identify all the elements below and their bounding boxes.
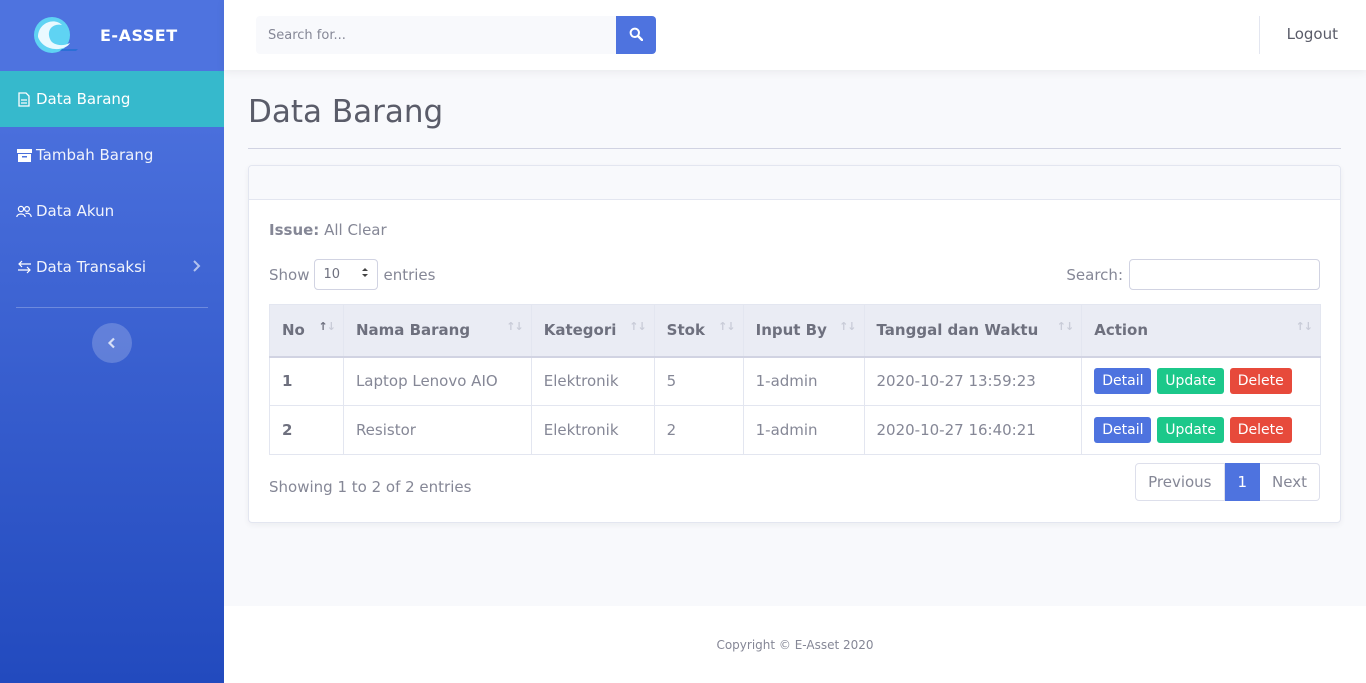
delete-button[interactable]: Delete bbox=[1229, 368, 1292, 395]
cell-actions: Detail Update Delete bbox=[1081, 356, 1321, 406]
topbar: Logout bbox=[224, 0, 1366, 70]
search-icon bbox=[629, 26, 644, 45]
sidebar-item-data-akun[interactable]: Data Akun bbox=[0, 183, 224, 239]
table-search-input[interactable] bbox=[1129, 259, 1320, 290]
entries-select-value: 10 bbox=[323, 267, 341, 282]
sidebar-item-label: Data Akun bbox=[36, 202, 115, 220]
file-icon bbox=[16, 91, 32, 107]
footer: Copyright © E-Asset 2020 bbox=[224, 606, 1366, 683]
cell-kategori: Elektronik bbox=[530, 405, 655, 455]
chevron-right-icon bbox=[192, 259, 204, 275]
data-table: No ↑↓ Nama Barang ↑↓ Kategori ↑↓ Stok ↑↓ Inp… bbox=[269, 304, 1321, 455]
table-row: 2 Resistor Elektronik 2 1-admin 2020-10-… bbox=[269, 405, 1321, 455]
update-button[interactable]: Update bbox=[1157, 368, 1224, 395]
sidebar-item-label: Data Barang bbox=[36, 90, 131, 108]
entries-label: entries bbox=[383, 265, 436, 284]
brand[interactable]: E-ASSET bbox=[0, 0, 224, 70]
table-header-row: No ↑↓ Nama Barang ↑↓ Kategori ↑↓ Stok ↑↓ Inp… bbox=[269, 304, 1321, 358]
sort-icon: ↑↓ bbox=[1056, 320, 1074, 333]
column-header-tanggal[interactable]: Tanggal dan Waktu ↑↓ bbox=[863, 304, 1083, 358]
previous-page-button[interactable]: Previous bbox=[1135, 463, 1225, 501]
column-header-no[interactable]: No ↑↓ bbox=[269, 304, 344, 358]
sort-icon: ↑↓ bbox=[629, 320, 646, 333]
cell-actions: Detail Update Delete bbox=[1081, 405, 1321, 455]
sort-icon: ↑↓ bbox=[1295, 320, 1313, 333]
cell-nama-barang: Resistor bbox=[342, 405, 532, 455]
detail-button[interactable]: Detail bbox=[1094, 417, 1152, 443]
sort-arrows-icon bbox=[361, 267, 369, 282]
wave-logo-icon bbox=[32, 15, 84, 55]
exchange-icon bbox=[16, 259, 32, 275]
sidebar: E-ASSET Data Barang Tambah Barang Data A… bbox=[0, 0, 224, 683]
table-search-label: Search: bbox=[1066, 265, 1123, 284]
table-row: 1 Laptop Lenovo AIO Elektronik 5 1-admin… bbox=[269, 356, 1321, 406]
cell-tanggal: 2020-10-27 16:40:21 bbox=[863, 405, 1083, 455]
column-header-nama-barang[interactable]: Nama Barang ↑↓ bbox=[342, 304, 532, 358]
brand-name: E-ASSET bbox=[100, 25, 178, 45]
cell-no: 1 bbox=[269, 356, 344, 406]
cell-stok: 5 bbox=[653, 356, 744, 406]
sidebar-item-data-barang[interactable]: Data Barang bbox=[0, 71, 224, 127]
cell-stok: 2 bbox=[653, 405, 744, 455]
entries-select[interactable]: 10 bbox=[314, 259, 379, 290]
sort-icon: ↑↓ bbox=[718, 320, 735, 333]
cell-input-by: 1-admin bbox=[742, 356, 865, 406]
cell-no: 2 bbox=[269, 405, 344, 455]
logout-link[interactable]: Logout bbox=[1287, 25, 1338, 43]
column-header-kategori[interactable]: Kategori ↑↓ bbox=[530, 304, 655, 358]
title-divider bbox=[248, 148, 1341, 149]
topbar-divider bbox=[1259, 16, 1260, 54]
cell-input-by: 1-admin bbox=[742, 405, 865, 455]
sidebar-item-tambah-barang[interactable]: Tambah Barang bbox=[0, 127, 224, 183]
users-icon bbox=[16, 203, 32, 219]
issue-label: Issue: bbox=[269, 221, 320, 239]
cell-tanggal: 2020-10-27 13:59:23 bbox=[863, 356, 1083, 406]
copyright-text: Copyright © E-Asset 2020 bbox=[716, 637, 874, 652]
data-card: Issue: All Clear Show 10 entries Search:… bbox=[248, 165, 1341, 523]
cell-kategori: Elektronik bbox=[530, 356, 655, 406]
column-header-stok[interactable]: Stok ↑↓ bbox=[653, 304, 744, 358]
sidebar-item-label: Data Transaksi bbox=[36, 258, 147, 276]
card-header bbox=[249, 166, 1340, 200]
cell-nama-barang: Laptop Lenovo AIO bbox=[342, 356, 532, 406]
page-1-button[interactable]: 1 bbox=[1224, 463, 1261, 501]
column-header-input-by[interactable]: Input By ↑↓ bbox=[742, 304, 865, 358]
chevron-left-icon bbox=[107, 334, 117, 353]
search-input[interactable] bbox=[256, 16, 616, 54]
issue-status: Issue: All Clear bbox=[269, 221, 387, 239]
topbar-search bbox=[256, 16, 656, 54]
sort-icon: ↑↓ bbox=[506, 320, 523, 333]
table-info: Showing 1 to 2 of 2 entries bbox=[269, 478, 472, 496]
column-header-action[interactable]: Action ↑↓ bbox=[1081, 304, 1321, 358]
archive-icon bbox=[16, 147, 32, 163]
length-control: Show 10 entries bbox=[269, 259, 435, 290]
sort-icon: ↑↓ bbox=[318, 320, 336, 333]
sidebar-toggle-button[interactable] bbox=[92, 323, 132, 363]
search-button[interactable] bbox=[616, 16, 656, 54]
show-label: Show bbox=[269, 265, 310, 284]
table-search: Search: bbox=[1066, 259, 1320, 290]
delete-button[interactable]: Delete bbox=[1229, 417, 1292, 443]
issue-value: All Clear bbox=[324, 221, 387, 239]
page-title: Data Barang bbox=[248, 94, 444, 130]
sidebar-item-data-transaksi[interactable]: Data Transaksi bbox=[0, 239, 224, 295]
detail-button[interactable]: Detail bbox=[1094, 368, 1152, 395]
sidebar-item-label: Tambah Barang bbox=[36, 146, 154, 164]
sidebar-divider bbox=[16, 307, 208, 308]
sort-icon: ↑↓ bbox=[839, 320, 856, 333]
next-page-button[interactable]: Next bbox=[1260, 463, 1320, 501]
pagination: Previous 1 Next bbox=[1135, 463, 1320, 501]
update-button[interactable]: Update bbox=[1157, 417, 1224, 443]
